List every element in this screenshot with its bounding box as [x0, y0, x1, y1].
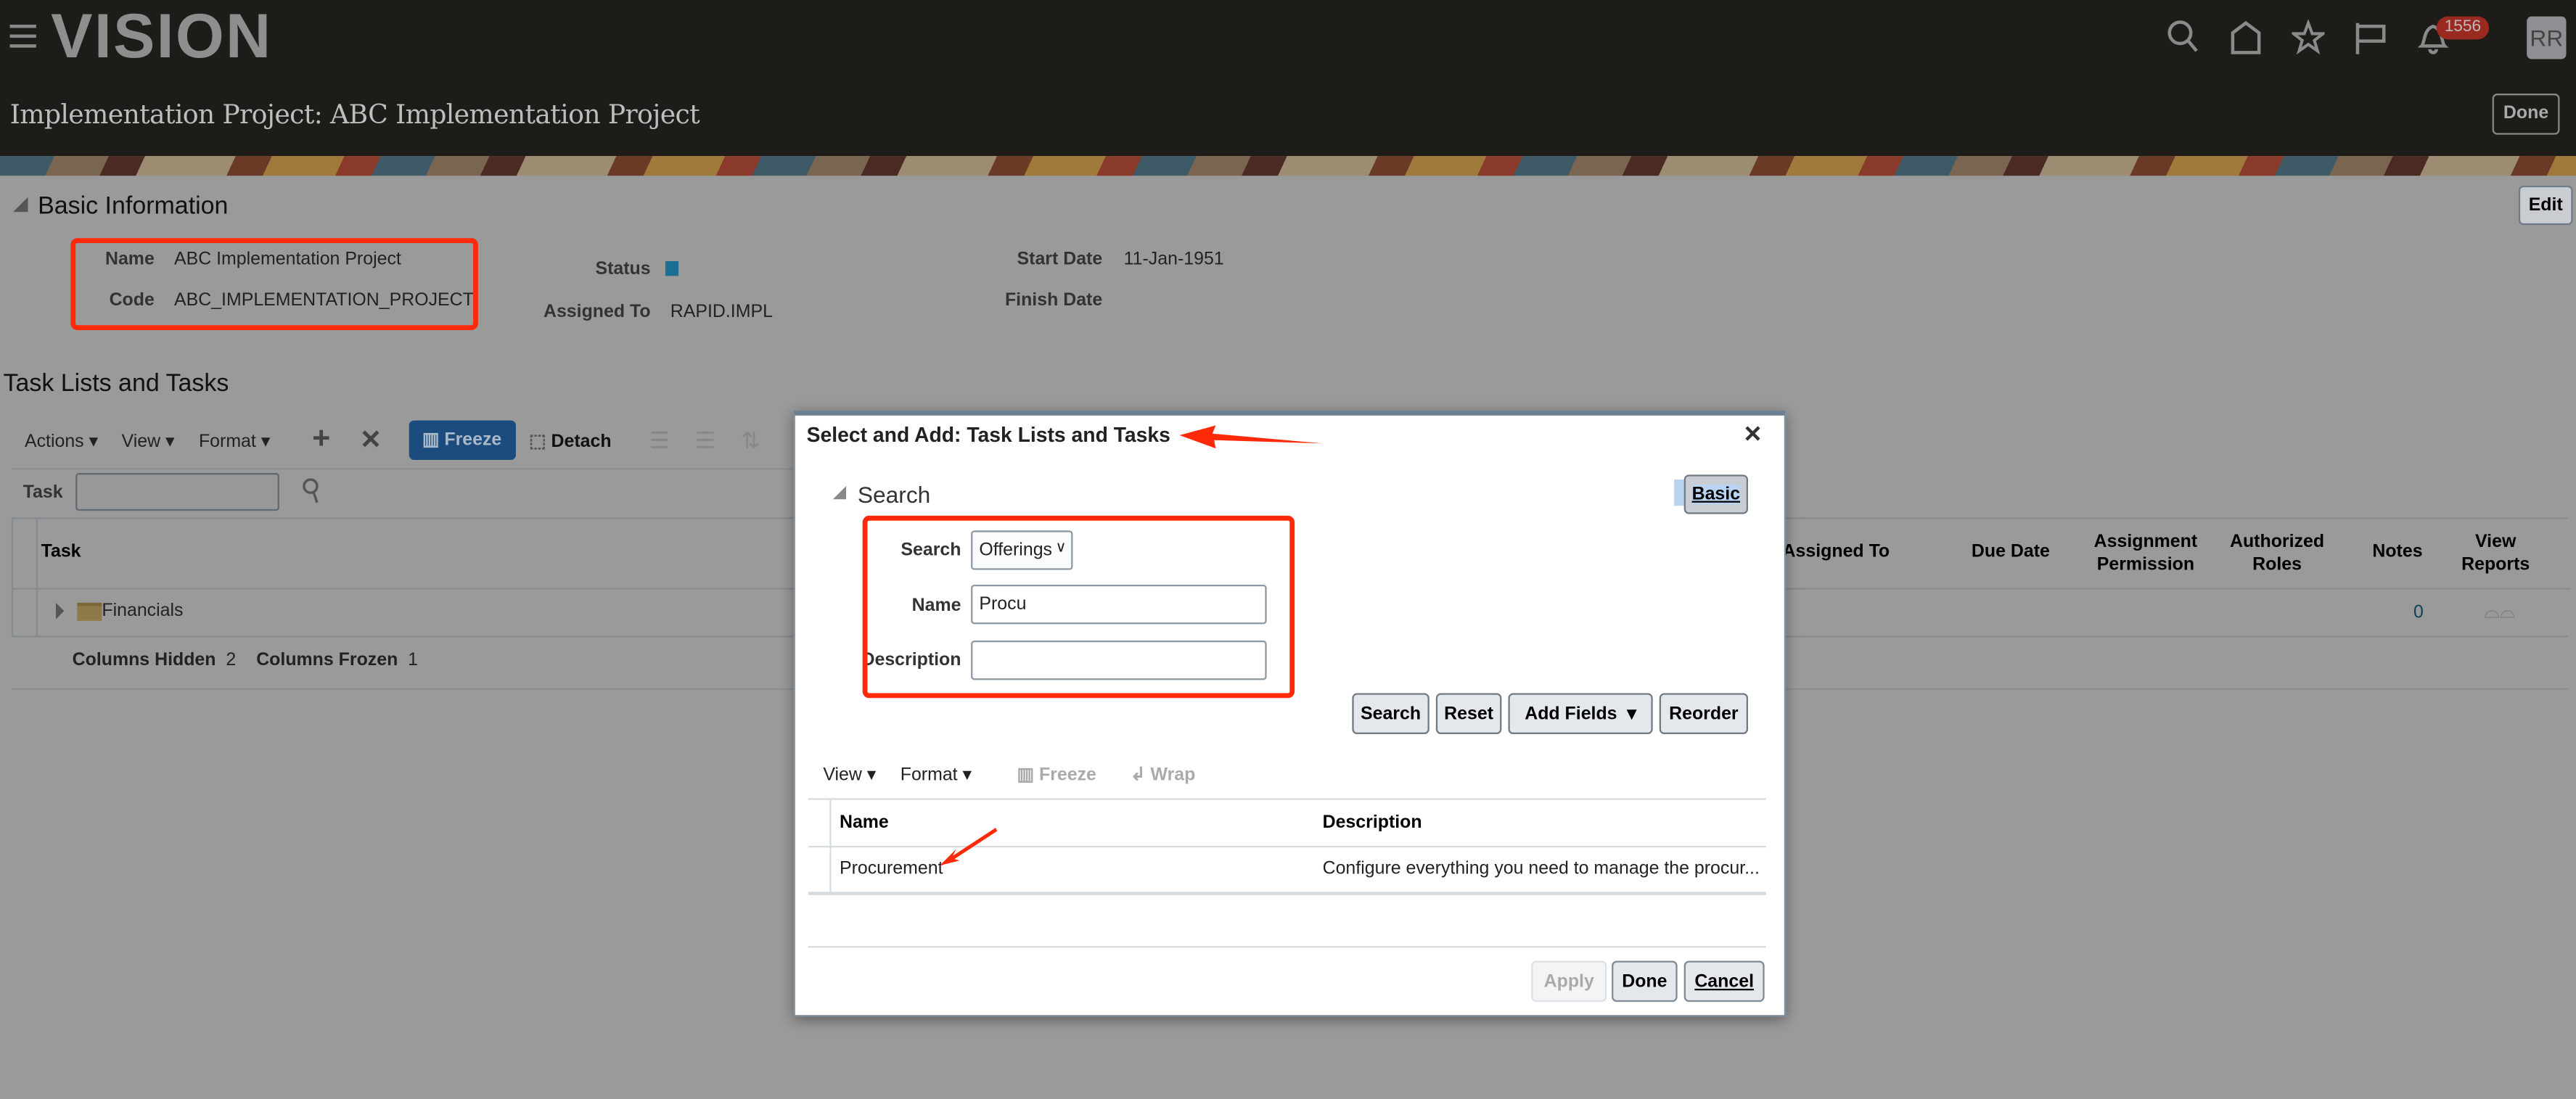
divider: [11, 468, 794, 470]
column-header-assignment-permission[interactable]: Assignment Permission: [2088, 530, 2203, 576]
flag-icon[interactable]: [2354, 20, 2387, 56]
start-date-label: Start Date: [1017, 250, 1103, 270]
add-icon[interactable]: +: [312, 422, 330, 458]
folder-icon: [77, 602, 102, 621]
search-button[interactable]: Search: [1352, 693, 1429, 735]
notes-count-link[interactable]: 0: [2413, 603, 2424, 622]
column-header-authorized-roles[interactable]: Authorized Roles: [2223, 530, 2331, 576]
freeze-icon: ▥: [1017, 765, 1035, 786]
user-avatar[interactable]: RR: [2527, 16, 2567, 59]
collapse-triangle-icon[interactable]: [13, 197, 28, 213]
basic-information-heading: Basic Information: [38, 192, 229, 221]
dialog-view-menu[interactable]: View ▾: [823, 764, 876, 785]
format-menu[interactable]: Format ▾: [199, 430, 270, 451]
dialog-close-icon[interactable]: ✕: [1743, 421, 1763, 448]
wrap-icon: ↲: [1130, 765, 1146, 786]
dialog-freeze-button: ▥ Freeze: [1017, 765, 1096, 786]
columns-frozen-label: Columns Frozen 1: [256, 650, 419, 670]
detach-icon: ⬚: [529, 432, 546, 452]
expand-row-icon[interactable]: [55, 602, 65, 620]
start-date-value: 11-Jan-1951: [1123, 250, 1224, 270]
task-row-financials[interactable]: Financials: [102, 601, 183, 621]
annotation-arrow: [1179, 425, 1323, 449]
dialog-format-menu[interactable]: Format ▾: [901, 764, 972, 785]
result-row-description[interactable]: Configure everything you need to manage …: [1323, 859, 1760, 878]
task-filter-input[interactable]: [75, 473, 279, 511]
reorder-icon: ⇅: [741, 427, 760, 453]
column-header-notes[interactable]: Notes: [2372, 542, 2422, 561]
apply-button[interactable]: Apply: [1531, 960, 1607, 1003]
status-indicator: [665, 260, 679, 276]
decorative-banner: [0, 156, 2576, 176]
column-header-view-reports[interactable]: View Reports: [2458, 530, 2533, 576]
notification-badge[interactable]: 1556: [2436, 16, 2490, 40]
focus-highlight: [1674, 479, 1684, 506]
column-header-due-date[interactable]: Due Date: [1972, 542, 2050, 561]
reorder-button[interactable]: Reorder: [1659, 693, 1749, 735]
dialog-wrap-button: ↲ Wrap: [1130, 765, 1196, 786]
finish-date-label: Finish Date: [1004, 290, 1103, 310]
freeze-icon: ▥: [422, 430, 440, 450]
dialog-column-description[interactable]: Description: [1323, 813, 1422, 833]
dialog-column-name[interactable]: Name: [840, 813, 889, 833]
reset-button[interactable]: Reset: [1435, 693, 1502, 735]
divider: [808, 892, 1766, 895]
page-title: Implementation Project: ABC Implementati…: [9, 98, 700, 130]
annotation-box: [70, 238, 478, 331]
column-header-task[interactable]: Task: [41, 542, 81, 561]
search-icon[interactable]: [2167, 20, 2199, 56]
status-label: Status: [595, 259, 651, 279]
freeze-button[interactable]: ▥ Freeze: [409, 420, 516, 460]
home-icon[interactable]: [2229, 20, 2262, 56]
hamburger-menu-icon[interactable]: [9, 24, 36, 48]
task-lists-heading: Task Lists and Tasks: [3, 369, 229, 398]
annotation-arrow: [940, 828, 998, 866]
delete-icon[interactable]: ✕: [360, 424, 382, 456]
assigned-to-label: Assigned To: [543, 302, 651, 322]
dialog-done-button[interactable]: Done: [1612, 960, 1678, 1003]
done-button[interactable]: Done: [2492, 94, 2560, 135]
divider: [808, 946, 1766, 948]
annotation-box: [862, 515, 1295, 699]
cancel-button[interactable]: Cancel: [1683, 960, 1765, 1003]
edit-button[interactable]: Edit: [2518, 185, 2573, 226]
outdent-icon: ☰: [694, 427, 716, 453]
view-reports-glasses-icon[interactable]: ⌓⌓: [2484, 599, 2515, 624]
result-row-name[interactable]: Procurement: [840, 859, 943, 878]
basic-mode-button[interactable]: Basic: [1683, 474, 1749, 514]
vision-logo[interactable]: VISION: [51, 4, 272, 74]
detach-button[interactable]: ⬚ Detach: [529, 430, 612, 451]
task-filter-label: Task: [22, 482, 63, 503]
actions-menu[interactable]: Actions ▾: [25, 430, 98, 451]
search-icon[interactable]: [303, 478, 322, 504]
add-fields-button[interactable]: Add Fields ▾: [1508, 693, 1653, 735]
column-header-assigned-to[interactable]: Assigned To: [1783, 542, 1890, 561]
favorites-star-icon[interactable]: [2292, 20, 2325, 56]
divider: [808, 798, 1766, 800]
view-menu[interactable]: View ▾: [122, 430, 175, 451]
columns-hidden-label: Columns Hidden 2: [72, 650, 237, 670]
indent-icon: ☰: [649, 427, 670, 453]
search-section-heading: Search: [857, 481, 931, 508]
dialog-title: Select and Add: Task Lists and Tasks: [806, 424, 1170, 447]
collapse-search-icon[interactable]: [832, 486, 847, 500]
assigned-to-value: RAPID.IMPL: [670, 302, 773, 322]
